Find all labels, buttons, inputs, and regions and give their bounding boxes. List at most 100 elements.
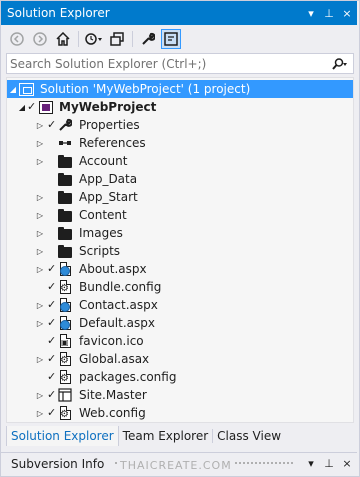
checkmark-icon: ✓ (47, 352, 57, 365)
expand-arrow-icon[interactable]: ▷ (35, 157, 45, 166)
close-icon[interactable]: × (339, 7, 355, 20)
tree-item[interactable]: ▷ ✓ Default.aspx (7, 314, 353, 332)
master-icon (57, 387, 73, 403)
expand-arrow-icon[interactable]: ▷ (35, 229, 45, 238)
pin-icon[interactable]: ⊥ (321, 7, 337, 20)
tree-item-label: Scripts (79, 244, 121, 258)
expand-arrow-icon[interactable]: ▷ (35, 409, 45, 418)
tree-item[interactable]: ▷ ✓ ⚙ Web.config (7, 404, 353, 422)
tree-item-label: Global.asax (79, 352, 150, 366)
dropdown-icon[interactable]: ▾ (303, 7, 319, 20)
tree-item[interactable]: ▷ ✓ Properties (7, 116, 353, 134)
wrench-icon (57, 117, 73, 133)
tree-item-label: Properties (79, 118, 140, 132)
config-icon: ⚙ (57, 351, 73, 367)
tree-item[interactable]: ▷ ✓ ⚙ Global.asax (7, 350, 353, 368)
tree-item[interactable]: ▷ App_Start (7, 188, 353, 206)
tree-item[interactable]: ✓ ▣ favicon.ico (7, 332, 353, 350)
tree-node-project[interactable]: ◢ ✓ MyWebProject (7, 98, 353, 116)
toolbar-separator (132, 31, 133, 47)
tree-item-label: References (79, 136, 146, 150)
tree-item[interactable]: App_Data (7, 170, 353, 188)
expand-arrow-icon[interactable]: ▷ (35, 391, 45, 400)
aspx-icon (57, 261, 73, 277)
tree-item[interactable]: ▷ References (7, 134, 353, 152)
search-magnifier-icon (332, 57, 347, 70)
checkmark-icon: ✓ (47, 406, 57, 419)
tool-window-tabs: Solution Explorer Team Explorer Class Vi… (6, 426, 285, 446)
config-icon: ⚙ (57, 279, 73, 295)
sync-history-button[interactable] (84, 29, 104, 49)
solution-icon (18, 81, 34, 97)
collapse-all-icon (110, 32, 124, 46)
expand-arrow-icon[interactable]: ▷ (35, 247, 45, 256)
collapse-arrow-icon[interactable]: ◢ (17, 103, 27, 112)
tree-item[interactable]: ▷ ✓ Contact.aspx (7, 296, 353, 314)
tab-class-view[interactable]: Class View (213, 426, 285, 446)
aspx-icon (57, 297, 73, 313)
subversion-info-title: Subversion Info (11, 456, 105, 471)
title-bar: Solution Explorer ▾ ⊥ × (1, 1, 357, 25)
expand-arrow-icon[interactable]: ▷ (35, 355, 45, 364)
forward-button[interactable] (30, 29, 50, 49)
checkmark-icon: ✓ (47, 334, 57, 347)
aspx-icon (57, 315, 73, 331)
expand-arrow-icon[interactable]: ▷ (35, 301, 45, 310)
tree-item-label: Web.config (79, 406, 146, 420)
close-icon[interactable]: × (339, 457, 355, 470)
collapse-arrow-icon[interactable]: ◢ (8, 85, 18, 94)
folder-icon (57, 225, 73, 241)
tree-item[interactable]: ▷ ✓ Site.Master (7, 386, 353, 404)
checkmark-icon: ✓ (47, 298, 57, 311)
preview-selected-items-button[interactable] (161, 29, 181, 49)
expand-arrow-icon[interactable]: ▷ (35, 121, 45, 130)
folder-icon (57, 189, 73, 205)
toolbar-separator (78, 31, 79, 47)
solution-label: Solution 'MyWebProject' (1 project) (40, 82, 251, 96)
checkmark-icon: ✓ (47, 316, 57, 329)
search-input[interactable] (7, 56, 325, 71)
tree-item[interactable]: ✓ ⚙ packages.config (7, 368, 353, 386)
checkmark-icon: ✓ (47, 118, 57, 131)
dropdown-icon[interactable]: ▾ (303, 457, 319, 470)
window-title: Solution Explorer (7, 6, 110, 20)
tree-item-label: Content (79, 208, 127, 222)
tree-item-label: App_Data (79, 172, 138, 186)
solution-tree: ◢ Solution 'MyWebProject' (1 project) ◢ … (6, 77, 354, 423)
expand-arrow-icon[interactable]: ▷ (35, 193, 45, 202)
checkmark-icon: ✓ (47, 370, 57, 383)
expand-arrow-icon[interactable]: ▷ (35, 265, 45, 274)
toolbar (1, 26, 357, 52)
properties-button[interactable] (138, 29, 158, 49)
expand-arrow-icon[interactable]: ▷ (35, 211, 45, 220)
references-icon (57, 135, 73, 151)
tree-item[interactable]: ▷ ✓ About.aspx (7, 260, 353, 278)
expand-arrow-icon[interactable]: ▷ (35, 139, 45, 148)
checkmark-icon: ✓ (27, 100, 37, 113)
tree-item-label: Account (79, 154, 128, 168)
tree-item[interactable]: ✓ ⚙ Bundle.config (7, 278, 353, 296)
pin-icon[interactable]: ⊥ (321, 457, 337, 470)
tab-team-explorer[interactable]: Team Explorer (119, 426, 213, 446)
image-file-icon: ▣ (57, 333, 73, 349)
tree-item[interactable]: ▷ Images (7, 224, 353, 242)
tree-item[interactable]: ▷ Content (7, 206, 353, 224)
expand-arrow-icon[interactable]: ▷ (35, 319, 45, 328)
tree-item[interactable]: ▷ Account (7, 152, 353, 170)
checkmark-icon: ✓ (47, 280, 57, 293)
project-label: MyWebProject (59, 100, 157, 114)
tree-item-label: Contact.aspx (79, 298, 158, 312)
tab-solution-explorer[interactable]: Solution Explorer (6, 426, 119, 446)
tree-item-label: favicon.ico (79, 334, 144, 348)
tree-item-label: Site.Master (79, 388, 147, 402)
tree-item-label: Images (79, 226, 123, 240)
folder-icon (57, 207, 73, 223)
back-button[interactable] (7, 29, 27, 49)
home-button[interactable] (53, 29, 73, 49)
tree-node-solution[interactable]: ◢ Solution 'MyWebProject' (1 project) (7, 80, 353, 98)
tree-item[interactable]: ▷ Scripts (7, 242, 353, 260)
search-icon[interactable] (325, 57, 353, 70)
collapse-all-button[interactable] (107, 29, 127, 49)
web-project-icon (38, 99, 54, 115)
search-box[interactable] (6, 53, 354, 74)
